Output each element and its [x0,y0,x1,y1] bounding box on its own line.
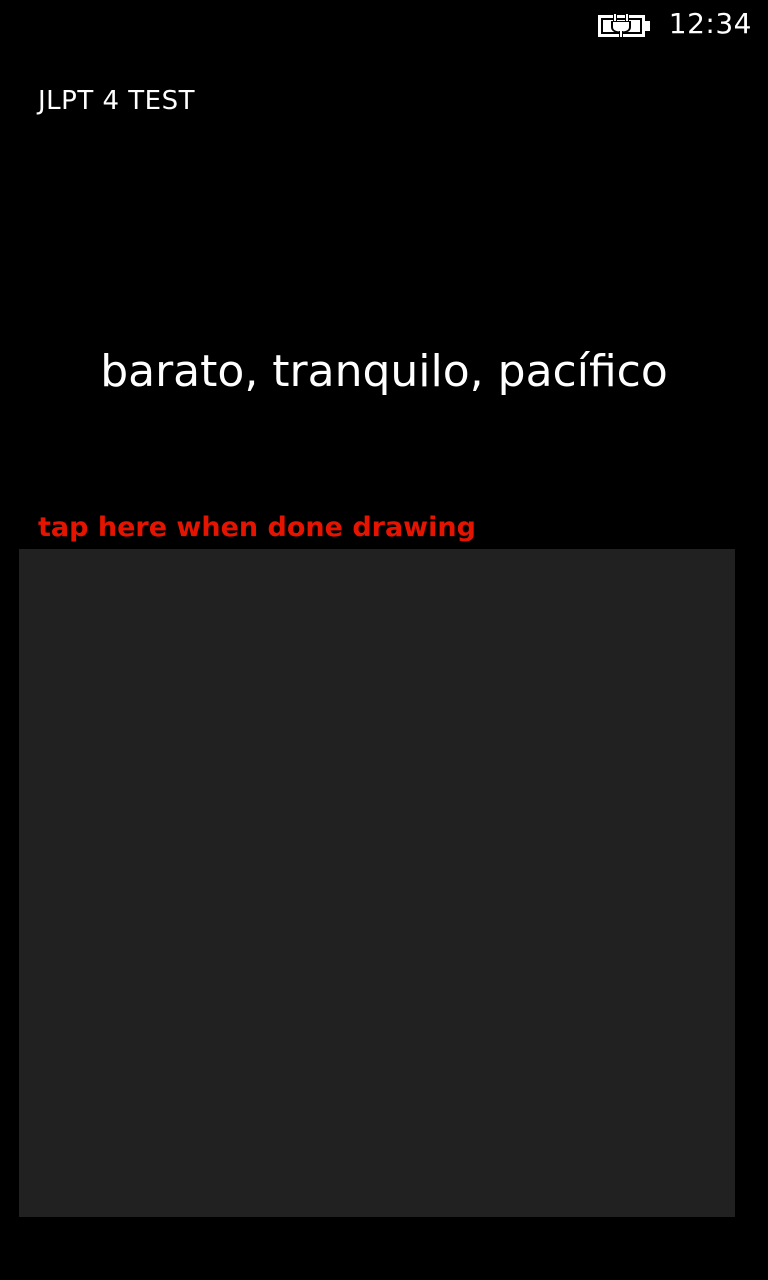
done-drawing-button[interactable]: tap here when done drawing [38,510,476,546]
app-title: JLPT 4 TEST [38,86,195,116]
status-bar: 12:34 [0,0,768,50]
drawing-canvas[interactable] [19,549,735,1217]
battery-charging-icon [598,12,652,40]
question-meaning: barato, tranquilo, pacífico [100,346,668,397]
clock: 12:34 [668,7,752,40]
